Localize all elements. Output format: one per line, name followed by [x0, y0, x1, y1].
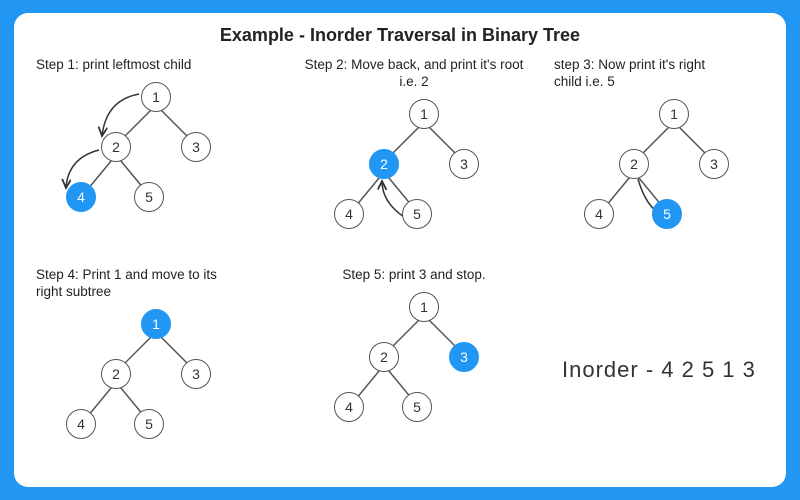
caption-step-2: Step 2: Move back, and print it's root i… — [289, 57, 539, 91]
panel-step-3: step 3: Now print it's right child i.e. … — [554, 57, 800, 257]
node-1: 1 — [141, 82, 171, 112]
node-1-highlighted: 1 — [141, 309, 171, 339]
panel-step-2: Step 2: Move back, and print it's root i… — [289, 57, 539, 257]
node-4: 4 — [584, 199, 614, 229]
diagram-panels: Step 1: print leftmost child 1 2 3 4 5 — [14, 57, 786, 487]
node-4: 4 — [334, 392, 364, 422]
tree-step-2: 1 2 3 4 5 — [304, 97, 524, 257]
inorder-result: Inorder - 4 2 5 1 3 — [562, 357, 756, 383]
node-3: 3 — [449, 149, 479, 179]
tree-step-4: 1 2 3 4 5 — [36, 307, 256, 467]
caption-step-3: step 3: Now print it's right child i.e. … — [554, 57, 800, 91]
tree-step-5: 1 2 3 4 5 — [304, 290, 524, 450]
node-1: 1 — [409, 99, 439, 129]
tree-step-3: 1 2 3 4 5 — [554, 97, 774, 257]
panel-step-4: Step 4: Print 1 and move to its right su… — [36, 267, 286, 467]
node-2: 2 — [369, 342, 399, 372]
caption-step-5: Step 5: print 3 and stop. — [289, 267, 539, 284]
node-3: 3 — [181, 359, 211, 389]
node-1: 1 — [659, 99, 689, 129]
node-2: 2 — [619, 149, 649, 179]
node-3: 3 — [699, 149, 729, 179]
node-4-highlighted: 4 — [66, 182, 96, 212]
node-3: 3 — [181, 132, 211, 162]
node-1: 1 — [409, 292, 439, 322]
diagram-card: Example - Inorder Traversal in Binary Tr… — [14, 13, 786, 487]
node-2: 2 — [101, 132, 131, 162]
node-5-highlighted: 5 — [652, 199, 682, 229]
diagram-title: Example - Inorder Traversal in Binary Tr… — [14, 13, 786, 46]
node-2: 2 — [101, 359, 131, 389]
node-5: 5 — [402, 199, 432, 229]
tree-step-1: 1 2 3 4 5 — [36, 80, 256, 240]
node-4: 4 — [334, 199, 364, 229]
node-3-highlighted: 3 — [449, 342, 479, 372]
node-5: 5 — [134, 409, 164, 439]
node-5: 5 — [134, 182, 164, 212]
node-5: 5 — [402, 392, 432, 422]
node-2-highlighted: 2 — [369, 149, 399, 179]
panel-step-1: Step 1: print leftmost child 1 2 3 4 5 — [36, 57, 286, 240]
caption-step-4: Step 4: Print 1 and move to its right su… — [36, 267, 286, 301]
node-4: 4 — [66, 409, 96, 439]
panel-step-5: Step 5: print 3 and stop. 1 2 3 4 5 — [289, 267, 539, 450]
caption-step-1: Step 1: print leftmost child — [36, 57, 286, 74]
